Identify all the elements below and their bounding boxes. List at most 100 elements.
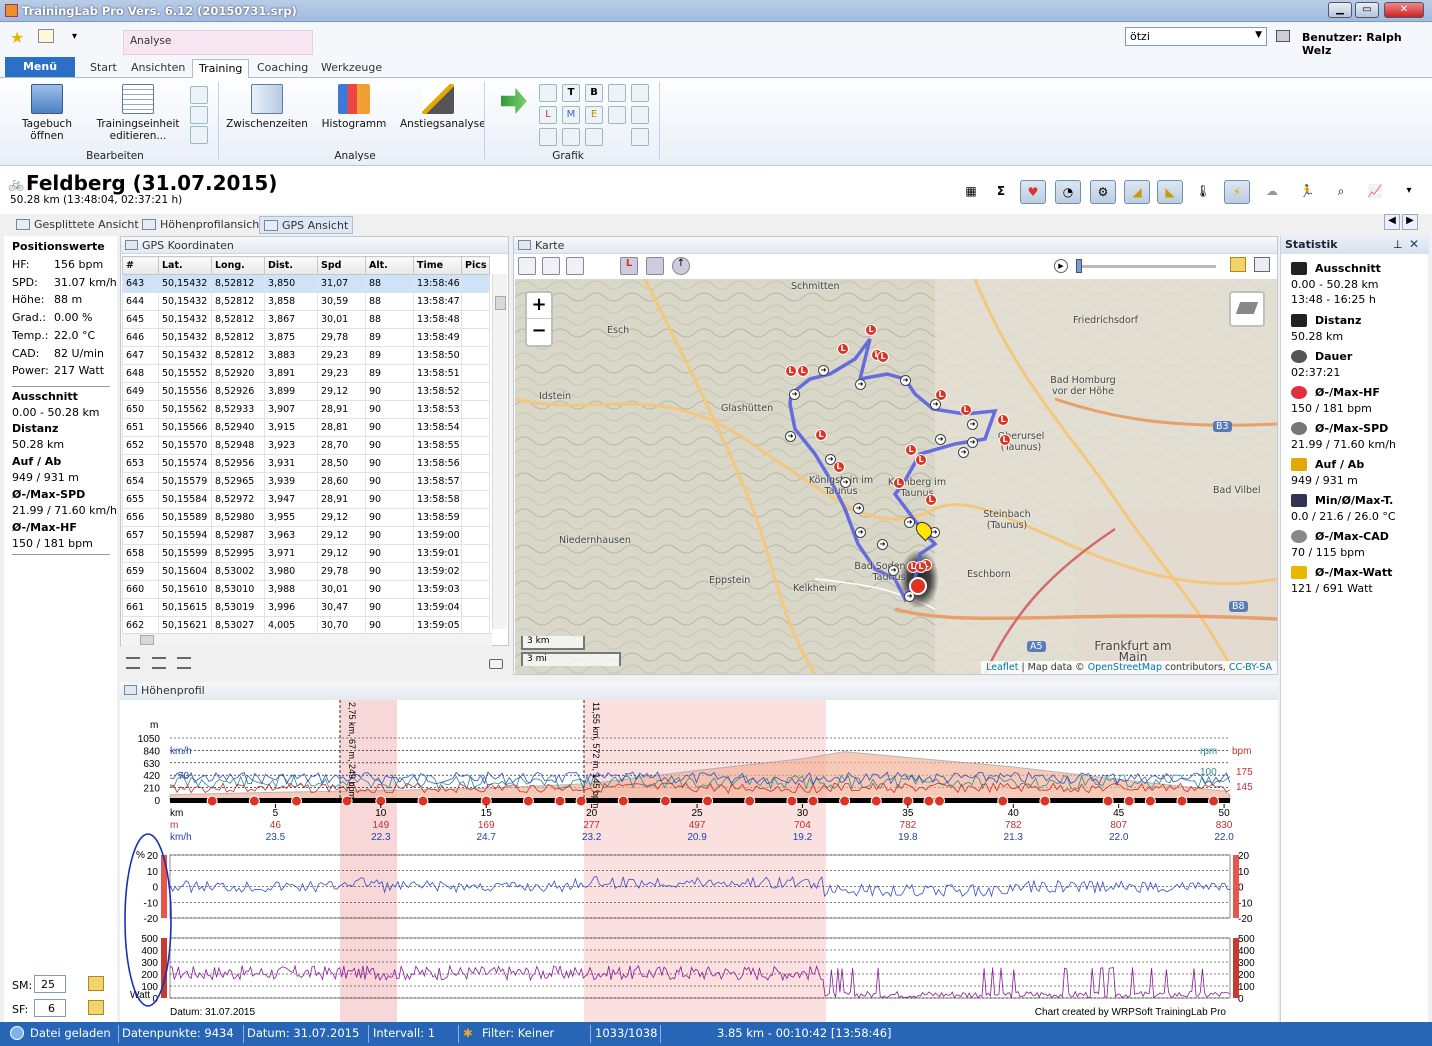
lap-marker[interactable]	[744, 795, 756, 807]
table-row[interactable]: 653 50,15574 8,52956 3,931 28,50 90 13:58:56	[122, 454, 490, 473]
pin-icon[interactable]: ⊥	[1393, 238, 1403, 251]
heart-toggle-icon[interactable]: ♥	[1020, 180, 1046, 204]
minimize-button[interactable]: ▁	[1328, 2, 1352, 18]
lap-marker[interactable]	[870, 795, 882, 807]
trainingseinheit-button[interactable]: Trainingseinheit editieren...	[92, 84, 184, 142]
marker-ev-icon[interactable]: E	[585, 106, 603, 124]
text-icon[interactable]: T	[562, 84, 580, 102]
lap-marker[interactable]	[1123, 795, 1135, 807]
lap-marker[interactable]: L	[999, 434, 1011, 446]
close-panel-icon[interactable]: ✕	[1409, 237, 1419, 251]
camera-icon[interactable]	[646, 257, 664, 275]
maximize-button[interactable]: ▭	[1355, 2, 1379, 18]
lap-marker[interactable]	[554, 795, 566, 807]
table-row[interactable]: 650 50,15562 8,52933 3,907 28,91 90 13:58:53	[122, 400, 490, 419]
chart-icon[interactable]	[539, 84, 557, 102]
filter-icon[interactable]: ✱	[463, 1026, 473, 1040]
folder-icon[interactable]	[88, 976, 104, 991]
lap-marker[interactable]: L	[815, 429, 827, 441]
folder-icon[interactable]	[88, 1000, 104, 1015]
settings-icon[interactable]	[585, 128, 603, 146]
power-toggle-icon[interactable]: ⚡	[1224, 180, 1250, 204]
more-chevron-down-icon[interactable]: ▾	[1396, 180, 1422, 204]
lap-marker[interactable]	[1208, 795, 1220, 807]
align-center-icon[interactable]	[152, 657, 166, 669]
tab-werkzeuge[interactable]: Werkzeuge	[315, 59, 388, 78]
lap-marker[interactable]	[1144, 795, 1156, 807]
zwischenzeiten-button[interactable]: Zwischenzeiten	[226, 84, 308, 130]
add-icon[interactable]	[190, 86, 208, 104]
align-right-icon[interactable]	[177, 657, 191, 669]
lap-marker-icon[interactable]: L	[539, 106, 557, 124]
grade-toggle-icon[interactable]: ◣	[1157, 180, 1183, 204]
sm-stepper[interactable]: 25	[34, 975, 66, 993]
column-header[interactable]: Dist.	[264, 256, 318, 275]
elevation-profile-chart[interactable]: 1050 840 630 420 210 0 m km/h rpm bpm 70 100 175 145 k…	[120, 700, 1278, 1022]
column-header[interactable]: Time	[413, 256, 462, 275]
lap-marker[interactable]	[659, 795, 671, 807]
lap-marker[interactable]	[522, 795, 534, 807]
camera-icon[interactable]	[489, 659, 503, 669]
histogramm-button[interactable]: Histogramm	[318, 84, 390, 130]
open-folder-icon[interactable]	[1230, 257, 1246, 272]
column-header[interactable]: Pics	[461, 256, 490, 275]
tagebuch-button[interactable]: Tagebuch öffnen	[14, 84, 80, 142]
clock-icon[interactable]	[562, 128, 580, 146]
lap-marker[interactable]: L	[877, 351, 889, 363]
layers-button[interactable]	[1229, 291, 1265, 327]
table-row[interactable]: 658 50,15599 8,52995 3,971 29,12 90 13:59:01	[122, 544, 490, 563]
split-icon[interactable]	[190, 106, 208, 124]
license-link[interactable]: CC-BY-SA	[1229, 662, 1272, 673]
lap-marker[interactable]: L	[837, 343, 849, 355]
lap-marker[interactable]	[807, 795, 819, 807]
zoom-out-button[interactable]: −	[527, 319, 551, 345]
table-row[interactable]: 648 50,15552 8,52920 3,891 29,23 89 13:58:51	[122, 364, 490, 383]
bold-icon[interactable]: B	[585, 84, 603, 102]
lap-marker[interactable]	[702, 795, 714, 807]
lap-marker[interactable]: L	[797, 365, 809, 377]
list-icon[interactable]	[631, 106, 649, 124]
table-row[interactable]: 644 50,15432 8,52812 3,858 30,59 88 13:58:47	[122, 292, 490, 311]
table-row[interactable]: 656 50,15589 8,52980 3,955 29,12 90 13:58:59	[122, 508, 490, 527]
lap-marker[interactable]	[248, 795, 260, 807]
leaflet-link[interactable]: Leaflet	[986, 662, 1018, 673]
scroll-right-button[interactable]: ▶	[1402, 214, 1418, 230]
altitude-toggle-icon[interactable]: ◢	[1124, 180, 1150, 204]
lap-marker[interactable]: L	[905, 444, 917, 456]
column-header[interactable]: Long.	[211, 256, 265, 275]
lap-marker[interactable]	[786, 795, 798, 807]
tab-gesplittete-ansicht[interactable]: Gesplittete Ansicht	[12, 216, 143, 234]
column-header[interactable]: #	[122, 256, 159, 275]
lap-marker[interactable]	[997, 795, 1009, 807]
lap-marker[interactable]: L	[915, 561, 927, 573]
edit-note-icon[interactable]	[38, 29, 54, 43]
user-select[interactable]: ötzi ▼	[1125, 27, 1267, 46]
lap-marker-icon[interactable]: L	[620, 257, 638, 275]
zoom-in-button[interactable]: +	[527, 293, 551, 319]
tab-hoehenprofilansicht[interactable]: Höhenprofilansicht	[138, 216, 268, 234]
layout-icon[interactable]	[631, 84, 649, 102]
chart-icon[interactable]: 📈	[1362, 180, 1388, 204]
lap-marker[interactable]	[1102, 795, 1114, 807]
table-row[interactable]: 660 50,15610 8,53010 3,988 30,01 90 13:59:03	[122, 580, 490, 599]
horizontal-scrollbar[interactable]	[122, 633, 492, 646]
tab-start[interactable]: Start	[84, 59, 123, 78]
lap-marker[interactable]: L	[915, 454, 927, 466]
lap-marker[interactable]: L	[997, 414, 1009, 426]
table-row[interactable]: 661 50,15615 8,53019 3,996 30,47 90 13:59:04	[122, 598, 490, 617]
table-row[interactable]: 645 50,15432 8,52812 3,867 30,01 88 13:58:48	[122, 310, 490, 329]
lap-marker[interactable]	[933, 795, 945, 807]
playback-slider[interactable]	[1076, 259, 1216, 273]
tab-ansichten[interactable]: Ansichten	[125, 59, 191, 78]
select-area-icon[interactable]	[518, 257, 536, 275]
scrollbar-thumb[interactable]	[140, 635, 154, 645]
image-icon[interactable]	[1254, 257, 1270, 272]
zoom-out-icon[interactable]	[566, 257, 584, 275]
column-header[interactable]: Alt.	[365, 256, 414, 275]
table-row[interactable]: 646 50,15432 8,52812 3,875 29,78 89 13:58:49	[122, 328, 490, 347]
lap-marker[interactable]	[290, 795, 302, 807]
bars-icon[interactable]	[608, 106, 626, 124]
copy-icon[interactable]	[190, 126, 208, 144]
lap-marker[interactable]	[1039, 795, 1051, 807]
lap-marker[interactable]: L	[785, 365, 797, 377]
